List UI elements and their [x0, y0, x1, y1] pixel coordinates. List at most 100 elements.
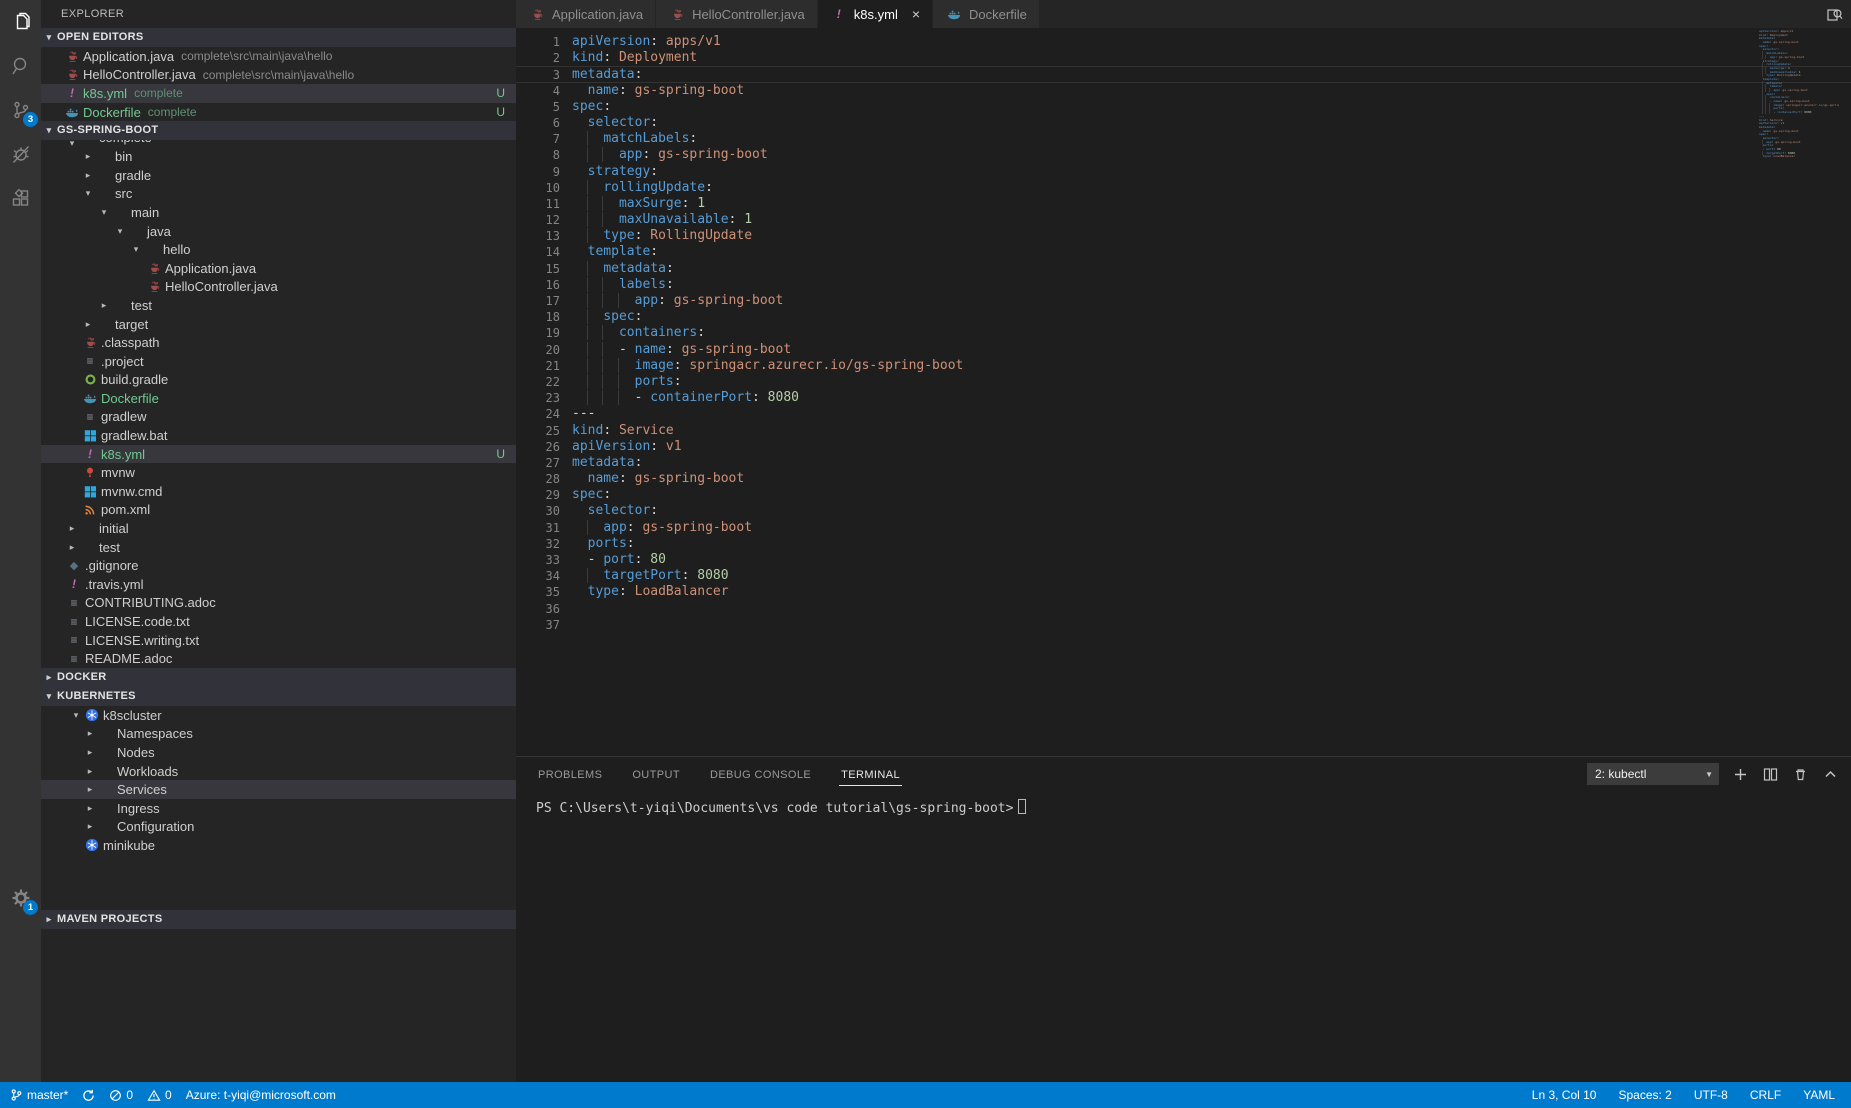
- code-line[interactable]: 27metadata:: [516, 455, 1851, 471]
- tab-application.java[interactable]: Application.java: [516, 0, 656, 28]
- tree-item-gradle[interactable]: ▸gradle: [41, 166, 516, 185]
- code-line[interactable]: 2kind: Deployment: [516, 50, 1851, 66]
- warnings-status[interactable]: 0: [147, 1088, 172, 1102]
- code-line[interactable]: 12 maxUnavailable: 1: [516, 212, 1851, 228]
- tree-item-test[interactable]: ▸test: [41, 538, 516, 557]
- code-line[interactable]: 32 ports:: [516, 536, 1851, 552]
- open-editors-header[interactable]: ▾ OPEN EDITORS: [41, 28, 516, 47]
- indentation-status[interactable]: Spaces: 2: [1618, 1088, 1671, 1102]
- explorer-icon[interactable]: [0, 0, 41, 44]
- code-line[interactable]: 25kind: Service: [516, 423, 1851, 439]
- extensions-icon[interactable]: [0, 176, 41, 220]
- language-mode-status[interactable]: YAML: [1803, 1088, 1835, 1102]
- code-line[interactable]: 22 ports:: [516, 374, 1851, 390]
- tree-item-k8scluster[interactable]: ▾k8scluster: [41, 706, 516, 725]
- code-line[interactable]: 16 labels:: [516, 277, 1851, 293]
- sync-status[interactable]: [82, 1089, 95, 1102]
- code-line[interactable]: 14 template:: [516, 244, 1851, 260]
- tree-item-build.gradle[interactable]: build.gradle: [41, 371, 516, 390]
- tree-item-minikube[interactable]: minikube: [41, 836, 516, 855]
- code-line[interactable]: 6 selector:: [516, 115, 1851, 131]
- code-line[interactable]: 34 targetPort: 8080: [516, 568, 1851, 584]
- new-terminal-icon[interactable]: [1731, 765, 1749, 783]
- code-line[interactable]: 10 rollingUpdate:: [516, 180, 1851, 196]
- code-line[interactable]: 26apiVersion: v1: [516, 439, 1851, 455]
- tree-item-hellocontroller.java[interactable]: HelloController.javacomplete\src\main\ja…: [41, 66, 516, 85]
- code-line[interactable]: 23 - containerPort: 8080: [516, 390, 1851, 406]
- code-line[interactable]: 36: [516, 601, 1851, 617]
- tab-hellocontroller.java[interactable]: HelloController.java: [656, 0, 818, 28]
- code-line[interactable]: 8 app: gs-spring-boot: [516, 147, 1851, 163]
- code-line[interactable]: 21 image: springacr.azurecr.io/gs-spring…: [516, 358, 1851, 374]
- terminal-output[interactable]: PS C:\Users\t-yiqi\Documents\vs code tut…: [516, 791, 1851, 816]
- search-editor-icon[interactable]: [1825, 5, 1843, 23]
- tree-item-dockerfile[interactable]: Dockerfile: [41, 389, 516, 408]
- code-line[interactable]: 37: [516, 617, 1851, 633]
- panel-tab-debug-console[interactable]: DEBUG CONSOLE: [708, 763, 813, 785]
- panel-tab-output[interactable]: OUTPUT: [630, 763, 682, 785]
- code-line[interactable]: 5spec:: [516, 99, 1851, 115]
- tree-item-complete[interactable]: ▾complete: [41, 140, 516, 147]
- code-line[interactable]: 19 containers:: [516, 325, 1851, 341]
- tree-item-.classpath[interactable]: .classpath: [41, 333, 516, 352]
- tree-item-java[interactable]: ▾java: [41, 222, 516, 241]
- tree-item-nodes[interactable]: ▸Nodes: [41, 743, 516, 762]
- encoding-status[interactable]: UTF-8: [1694, 1088, 1728, 1102]
- tree-item-hello[interactable]: ▾hello: [41, 240, 516, 259]
- azure-account-status[interactable]: Azure: t-yiqi@microsoft.com: [186, 1088, 336, 1102]
- code-line[interactable]: 9 strategy:: [516, 164, 1851, 180]
- code-line[interactable]: 17 app: gs-spring-boot: [516, 293, 1851, 309]
- debug-icon[interactable]: [0, 132, 41, 176]
- tree-item-configuration[interactable]: ▸Configuration: [41, 818, 516, 837]
- code-line[interactable]: 20 - name: gs-spring-boot: [516, 342, 1851, 358]
- panel-tab-terminal[interactable]: TERMINAL: [839, 763, 902, 786]
- code-line[interactable]: 7 matchLabels:: [516, 131, 1851, 147]
- tree-item-application.java[interactable]: Application.java: [41, 259, 516, 278]
- tree-item-.project[interactable]: ≡.project: [41, 352, 516, 371]
- maven-section-header[interactable]: ▸ MAVEN PROJECTS: [41, 910, 516, 929]
- tree-item-initial[interactable]: ▸initial: [41, 519, 516, 538]
- tree-item-license.code.txt[interactable]: ≡LICENSE.code.txt: [41, 612, 516, 631]
- kubernetes-section-header[interactable]: ▾ KUBERNETES: [41, 687, 516, 706]
- tree-item-.gitignore[interactable]: ◆.gitignore: [41, 556, 516, 575]
- git-branch-status[interactable]: master*: [10, 1088, 68, 1102]
- tree-item-k8s.yml[interactable]: !k8s.ymlcompleteU: [41, 84, 516, 103]
- code-line[interactable]: 30 selector:: [516, 503, 1851, 519]
- source-control-icon[interactable]: 3: [0, 88, 41, 132]
- code-line[interactable]: 15 metadata:: [516, 261, 1851, 277]
- tree-item-application.java[interactable]: Application.javacomplete\src\main\java\h…: [41, 47, 516, 66]
- tree-item-main[interactable]: ▾main: [41, 203, 516, 222]
- split-terminal-icon[interactable]: [1761, 765, 1779, 783]
- tree-item-src[interactable]: ▾src: [41, 185, 516, 204]
- tree-item-contributing.adoc[interactable]: ≡CONTRIBUTING.adoc: [41, 594, 516, 613]
- code-line[interactable]: 35 type: LoadBalancer: [516, 584, 1851, 600]
- tree-item-readme.adoc[interactable]: ≡README.adoc: [41, 649, 516, 668]
- code-line[interactable]: 29spec:: [516, 487, 1851, 503]
- code-line[interactable]: 1apiVersion: apps/v1: [516, 34, 1851, 50]
- tree-item-.travis.yml[interactable]: !.travis.yml: [41, 575, 516, 594]
- code-line[interactable]: 24---: [516, 406, 1851, 422]
- search-icon[interactable]: [0, 44, 41, 88]
- tree-item-gradlew[interactable]: ≡gradlew: [41, 408, 516, 427]
- code-line[interactable]: 18 spec:: [516, 309, 1851, 325]
- tree-item-bin[interactable]: ▸bin: [41, 147, 516, 166]
- code-line[interactable]: 33 - port: 80: [516, 552, 1851, 568]
- panel-tab-problems[interactable]: PROBLEMS: [536, 763, 604, 785]
- tree-item-test[interactable]: ▸test: [41, 296, 516, 315]
- code-line[interactable]: 11 maxSurge: 1: [516, 196, 1851, 212]
- errors-status[interactable]: 0: [109, 1088, 133, 1102]
- eol-status[interactable]: CRLF: [1750, 1088, 1781, 1102]
- tree-item-gradlew.bat[interactable]: gradlew.bat: [41, 426, 516, 445]
- tree-item-dockerfile[interactable]: DockerfilecompleteU: [41, 103, 516, 122]
- tree-item-services[interactable]: ▸Services: [41, 780, 516, 799]
- code-line[interactable]: 28 name: gs-spring-boot: [516, 471, 1851, 487]
- close-icon[interactable]: ×: [912, 6, 920, 22]
- docker-section-header[interactable]: ▸ DOCKER: [41, 668, 516, 687]
- kill-terminal-icon[interactable]: [1791, 765, 1809, 783]
- tab-k8s.yml[interactable]: !k8s.yml×: [818, 0, 933, 28]
- terminal-selector[interactable]: 2: kubectl ▼: [1587, 763, 1719, 785]
- tree-item-mvnw.cmd[interactable]: mvnw.cmd: [41, 482, 516, 501]
- project-section-header[interactable]: ▾ GS-SPRING-BOOT: [41, 121, 516, 140]
- tab-dockerfile[interactable]: Dockerfile: [933, 0, 1040, 28]
- code-line[interactable]: 3metadata:: [516, 66, 1851, 82]
